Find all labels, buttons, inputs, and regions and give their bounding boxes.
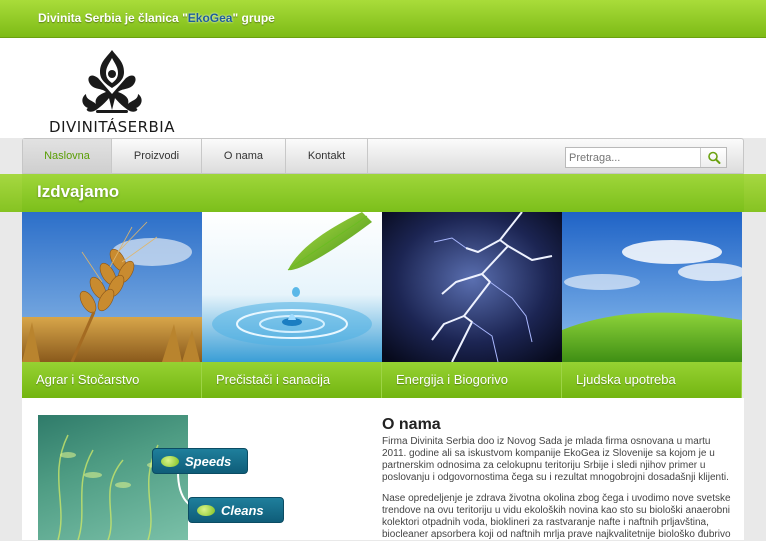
tile-caption-text: Prečistači i sanacija	[216, 372, 331, 387]
tile-caption: Ljudska upotreba	[562, 362, 742, 398]
speeds-label: Speeds	[185, 454, 232, 469]
search-button[interactable]	[700, 148, 726, 167]
top-bar: Divinita Serbia je članica "EkoGea" grup…	[0, 0, 766, 38]
search-box	[565, 147, 727, 168]
ekogea-link[interactable]: EkoGea	[188, 11, 233, 25]
about-paragraph-1: Firma Divinita Serbia doo iz Novog Sada …	[382, 436, 729, 483]
tile-caption-text: Energija i Biogorivo	[396, 372, 509, 387]
logo-wordmark: DIVINITÁSERBIA	[49, 118, 175, 136]
wheat-image	[22, 212, 202, 362]
search-icon	[708, 151, 721, 164]
nav-item-proizvodi[interactable]: Proizvodi	[112, 139, 202, 173]
search-input[interactable]	[566, 148, 700, 167]
header: DIVINITÁSERBIA	[0, 38, 766, 138]
tagline-text-end: " grupe	[232, 11, 275, 25]
tile-agrar[interactable]: Agrar i Stočarstvo	[22, 212, 202, 398]
about-paragraph-2: Nase opredeljenje je zdrava životna okol…	[382, 493, 731, 540]
tile-precistaci[interactable]: Prečistači i sanacija	[202, 212, 382, 398]
green-field-image	[562, 212, 742, 362]
lightning-image	[382, 212, 562, 362]
tile-ljudska[interactable]: Ljudska upotreba	[562, 212, 742, 398]
featured-title: Izdvajamo	[37, 182, 120, 201]
main-nav: Naslovna Proizvodi O nama Kontakt	[22, 138, 744, 174]
cleans-label: Cleans	[221, 503, 264, 518]
tile-caption-text: Agrar i Stočarstvo	[36, 372, 140, 387]
nav-item-o-nama[interactable]: O nama	[202, 139, 286, 173]
nav-item-kontakt[interactable]: Kontakt	[286, 139, 368, 173]
promo-banner[interactable]	[38, 415, 188, 540]
green-dot-icon	[161, 456, 179, 467]
nav-item-naslovna[interactable]: Naslovna	[23, 139, 112, 173]
tile-caption: Energija i Biogorivo	[382, 362, 562, 398]
membership-tagline: Divinita Serbia je članica "EkoGea" grup…	[38, 11, 275, 25]
tile-caption: Agrar i Stočarstvo	[22, 362, 202, 398]
tagline-text: Divinita Serbia je članica "	[38, 11, 188, 25]
cleans-button[interactable]: Cleans	[188, 497, 284, 523]
featured-band: Izdvajamo	[22, 174, 744, 212]
divinita-logo[interactable]: DIVINITÁSERBIA	[36, 48, 188, 136]
water-drop-image	[202, 212, 382, 362]
tile-energija[interactable]: Energija i Biogorivo	[382, 212, 562, 398]
tile-caption: Prečistači i sanacija	[202, 362, 382, 398]
seaweed-image	[57, 434, 165, 540]
ornament-icon	[82, 50, 142, 113]
tile-caption-text: Ljudska upotreba	[576, 372, 676, 387]
content-area: Speeds Cleans O nama Firma Divinita Serb…	[22, 398, 744, 540]
speeds-button[interactable]: Speeds	[152, 448, 248, 474]
green-dot-icon	[197, 505, 215, 516]
about-title: O nama	[382, 416, 441, 433]
